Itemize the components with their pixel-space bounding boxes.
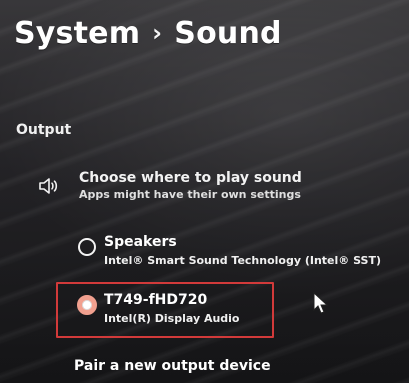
choose-output-subtitle: Apps might have their own settings bbox=[79, 188, 301, 201]
breadcrumb-separator: › bbox=[152, 19, 163, 47]
speaker-icon bbox=[38, 177, 60, 195]
mouse-cursor-icon bbox=[312, 291, 330, 314]
breadcrumb-current: Sound bbox=[174, 16, 282, 51]
pair-new-output-device-link[interactable]: Pair a new output device bbox=[74, 358, 271, 374]
radio-unselected-icon[interactable] bbox=[78, 238, 96, 256]
breadcrumb-parent[interactable]: System bbox=[14, 16, 140, 51]
output-device-text: Speakers Intel® Smart Sound Technology (… bbox=[104, 234, 389, 267]
choose-output-row: Choose where to play sound Apps might ha… bbox=[38, 170, 378, 206]
output-section-label: Output bbox=[16, 122, 72, 138]
breadcrumb: System › Sound bbox=[14, 16, 282, 51]
annotation-highlight-box bbox=[56, 282, 274, 338]
output-device-subtitle: Intel® Smart Sound Technology (Intel® SS… bbox=[104, 254, 382, 267]
choose-output-title: Choose where to play sound bbox=[79, 170, 302, 186]
output-device-name: Speakers bbox=[104, 234, 177, 250]
choose-output-text: Choose where to play sound Apps might ha… bbox=[79, 170, 379, 201]
